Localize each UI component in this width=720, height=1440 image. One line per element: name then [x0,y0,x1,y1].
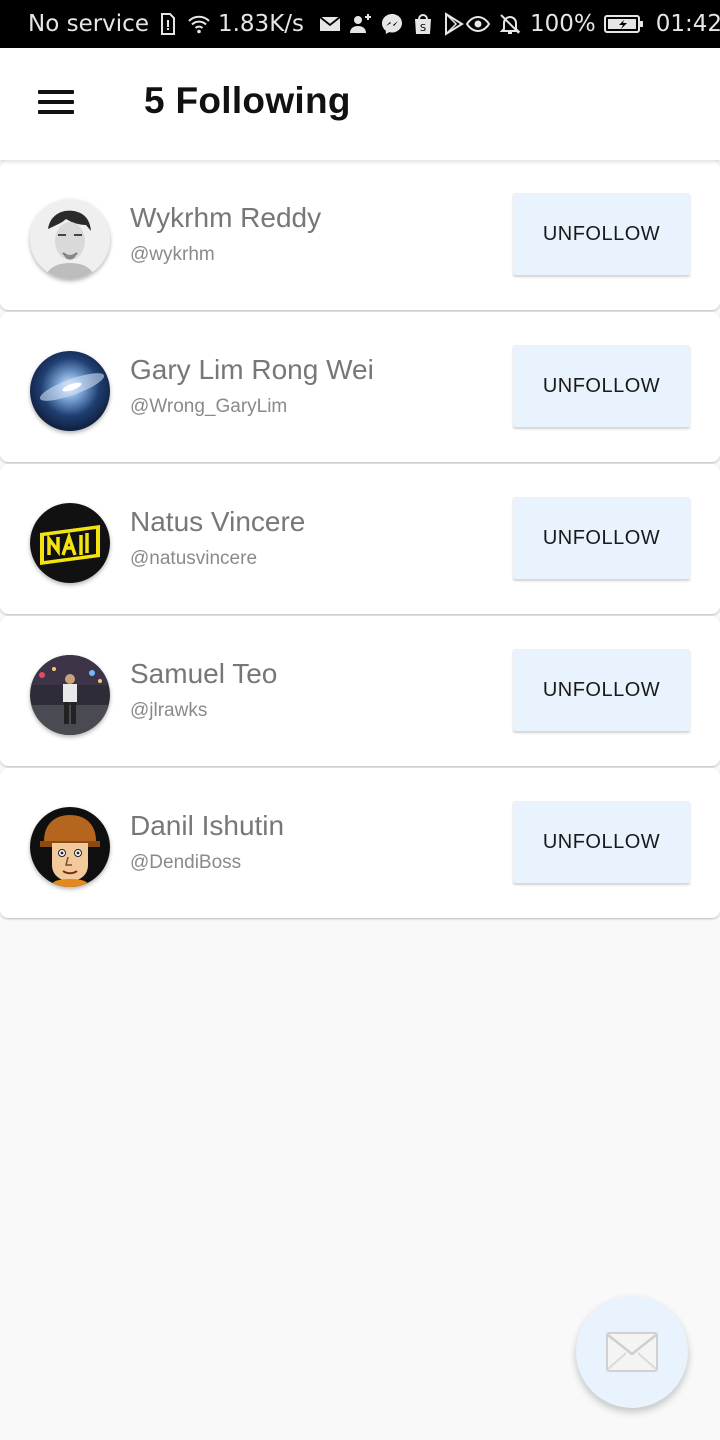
compose-message-fab[interactable] [576,1296,688,1408]
battery-icon [603,12,644,36]
user-handle: @DendiBoss [130,852,242,873]
avatar[interactable] [30,807,110,887]
add-contact-icon [349,12,373,36]
status-bar: No service 1.83K/s S 100% 01:42 [0,0,720,48]
unfollow-button[interactable]: UNFOLLOW [513,497,690,579]
avatar[interactable] [30,199,110,279]
user-handle: @wykrhm [130,244,215,265]
list-item: Gary Lim Rong Wei @Wrong_GaryLim UNFOLLO… [0,312,720,462]
battery-percent: 100% [530,11,596,37]
user-handle: @Wrong_GaryLim [130,396,288,417]
user-handle: @natusvincere [130,548,258,569]
play-store-icon [442,12,466,36]
user-handle: @jlrawks [130,700,208,721]
hamburger-menu-icon[interactable] [34,86,76,118]
list-item: Danil Ishutin @DendiBoss UNFOLLOW [0,768,720,918]
user-name: Wykrhm Reddy [130,202,322,233]
mail-icon [318,12,342,36]
unfollow-button[interactable]: UNFOLLOW [513,193,690,275]
list-item: Samuel Teo @jlrawks UNFOLLOW [0,616,720,766]
user-name: Gary Lim Rong Wei [130,354,374,385]
avatar[interactable] [30,351,110,431]
app-bar: 5 Following [0,48,720,160]
messenger-icon [380,12,404,36]
unfollow-button[interactable]: UNFOLLOW [513,649,690,731]
avatar[interactable] [30,503,110,583]
list-item: Wykrhm Reddy @wykrhm UNFOLLOW [0,160,720,310]
shop-icon: S [411,12,435,36]
eye-icon [466,12,491,36]
sim-alert-icon [156,12,180,36]
page-title: 5 Following [144,80,351,121]
user-name: Natus Vincere [130,506,306,537]
network-speed: 1.83K/s [217,11,305,37]
unfollow-button[interactable]: UNFOLLOW [513,345,690,427]
clock: 01:42 [655,11,720,37]
envelope-icon [606,1332,658,1372]
unfollow-button[interactable]: UNFOLLOW [513,801,690,883]
user-name: Samuel Teo [130,658,278,689]
bell-off-icon [498,12,522,36]
avatar[interactable] [30,655,110,735]
carrier-text: No service [28,11,149,37]
following-list: Wykrhm Reddy @wykrhm UNFOLLOW Gary Lim R… [0,160,720,920]
list-item: Natus Vincere @natusvincere UNFOLLOW [0,464,720,614]
wifi-icon [187,12,211,36]
user-name: Danil Ishutin [130,810,285,841]
svg-text:S: S [420,23,426,34]
